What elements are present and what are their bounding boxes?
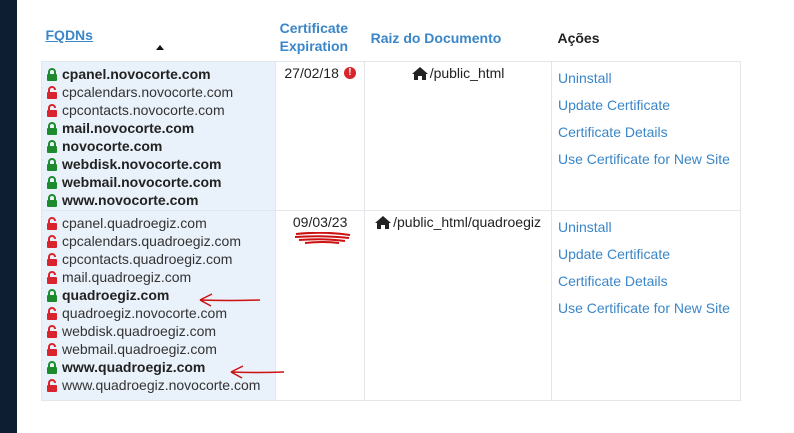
fqdn-name: cpanel.quadroegiz.com — [62, 215, 207, 231]
fqdn-item: mail.novocorte.com — [46, 119, 275, 137]
lock-open-icon — [47, 103, 57, 117]
sort-ascending-icon — [155, 45, 164, 50]
lock-open-icon — [47, 378, 57, 392]
actions-cell: Uninstall Update Certificate Certificate… — [550, 210, 742, 401]
fqdn-item: novocorte.com — [46, 137, 275, 155]
red-arrow-annotation-quadroegiz — [199, 293, 261, 307]
lock-closed-icon — [47, 175, 57, 189]
fqdn-name: www.quadroegiz.com — [62, 359, 206, 375]
lock-open-icon — [47, 252, 57, 266]
red-arrow-annotation-www-quadroegiz — [230, 365, 285, 379]
fqdn-item: cpcalendars.quadroegiz.com — [46, 232, 275, 250]
fqdn-name: webmail.novocorte.com — [62, 174, 222, 190]
lock-open-icon — [47, 342, 57, 356]
document-root-cell: /public_html/quadroegiz — [364, 210, 552, 401]
lock-open-icon — [47, 234, 57, 248]
fqdn-name: cpanel.novocorte.com — [62, 66, 211, 82]
fqdn-item: cpcontacts.novocorte.com — [46, 101, 275, 119]
home-icon — [411, 66, 428, 80]
left-sidebar-edge — [0, 0, 17, 433]
use-certificate-new-site-link[interactable]: Use Certificate for New Site — [558, 146, 740, 173]
fqdn-name: www.novocorte.com — [62, 192, 199, 208]
lock-closed-icon — [47, 139, 57, 153]
lock-closed-icon — [47, 288, 57, 302]
fqdns-column-header: FQDNs — [42, 0, 276, 62]
lock-open-icon — [47, 270, 57, 284]
fqdn-item: webmail.novocorte.com — [46, 173, 275, 191]
lock-closed-icon — [47, 193, 57, 207]
lock-closed-icon — [47, 360, 57, 374]
ssl-certificates-table-wrapper: FQDNs Certificate Expiration Raiz do Doc… — [40, 0, 742, 401]
fqdns-sort-link[interactable]: FQDNs — [46, 27, 93, 43]
fqdn-item: cpanel.novocorte.com — [46, 65, 275, 83]
lock-open-icon — [47, 216, 57, 230]
expiration-date: 09/03/23 — [292, 214, 348, 230]
document-root-path: /public_html/quadroegiz — [393, 214, 541, 230]
fqdn-name: cpcontacts.novocorte.com — [62, 102, 225, 118]
fqdn-item: cpanel.quadroegiz.com — [46, 214, 275, 232]
lock-closed-icon — [47, 157, 57, 171]
fqdn-name: cpcalendars.novocorte.com — [62, 84, 234, 100]
uninstall-link[interactable]: Uninstall — [558, 65, 740, 92]
fqdn-name: cpcontacts.quadroegiz.com — [62, 251, 233, 267]
home-icon — [375, 215, 392, 229]
update-certificate-link[interactable]: Update Certificate — [558, 92, 740, 119]
lock-closed-icon — [47, 67, 57, 81]
certificate-details-link[interactable]: Certificate Details — [558, 268, 740, 295]
fqdn-item: www.novocorte.com — [46, 191, 275, 209]
lock-closed-icon — [47, 121, 57, 135]
lock-open-icon — [47, 324, 57, 338]
fqdn-name: mail.quadroegiz.com — [62, 269, 192, 285]
fqdn-list-cell: cpanel.novocorte.com cpcalendars.novocort… — [40, 61, 277, 211]
actions-column-header: Ações — [557, 30, 600, 46]
fqdn-name: cpcalendars.quadroegiz.com — [62, 233, 241, 249]
fqdn-item: cpcalendars.novocorte.com — [46, 83, 275, 101]
update-certificate-link[interactable]: Update Certificate — [558, 241, 740, 268]
fqdn-item: cpcontacts.quadroegiz.com — [46, 250, 275, 268]
fqdn-item: webdisk.quadroegiz.com — [46, 322, 275, 340]
use-certificate-new-site-link[interactable]: Use Certificate for New Site — [558, 295, 740, 322]
expired-alert-icon: ! — [343, 67, 356, 79]
fqdn-name: quadroegiz.com — [62, 287, 170, 303]
document-root-cell: /public_html — [364, 61, 552, 211]
fqdn-name: webmail.quadroegiz.com — [62, 341, 217, 357]
fqdn-name: mail.novocorte.com — [62, 120, 195, 136]
fqdn-name: novocorte.com — [62, 138, 163, 154]
table-row: cpanel.novocorte.com cpcalendars.novocort… — [40, 61, 742, 211]
ssl-certificates-table: FQDNs Certificate Expiration Raiz do Doc… — [40, 0, 742, 401]
lock-open-icon — [47, 85, 57, 99]
table-row: cpanel.quadroegiz.com cpcalendars.quadroe… — [40, 210, 742, 401]
document-root-path: /public_html — [429, 65, 505, 81]
fqdn-name: webdisk.novocorte.com — [62, 156, 222, 172]
expiration-date: 27/02/18 — [284, 65, 339, 81]
certificate-details-link[interactable]: Certificate Details — [558, 119, 740, 146]
document-root-column-header[interactable]: Raiz do Documento — [365, 0, 552, 62]
uninstall-link[interactable]: Uninstall — [558, 214, 740, 241]
fqdn-list: cpanel.novocorte.com cpcalendars.novocort… — [46, 65, 275, 209]
expiration-cell: 09/03/23 — [275, 210, 366, 401]
fqdn-item: webmail.quadroegiz.com — [46, 340, 275, 358]
actions-cell: Uninstall Update Certificate Certificate… — [550, 61, 742, 211]
fqdn-item: webdisk.novocorte.com — [46, 155, 275, 173]
table-header-row: FQDNs Certificate Expiration Raiz do Doc… — [42, 0, 741, 62]
fqdn-item: mail.quadroegiz.com — [46, 268, 275, 286]
cert-header-line1: Certificate — [279, 20, 349, 36]
red-scribble-annotation — [294, 232, 351, 244]
cert-header-line2: Expiration — [279, 38, 349, 54]
fqdn-name: webdisk.quadroegiz.com — [62, 323, 217, 339]
expiration-cell: 27/02/18 ! — [275, 61, 366, 211]
certificate-expiration-column-header[interactable]: Certificate Expiration — [276, 0, 365, 62]
lock-open-icon — [47, 306, 57, 320]
